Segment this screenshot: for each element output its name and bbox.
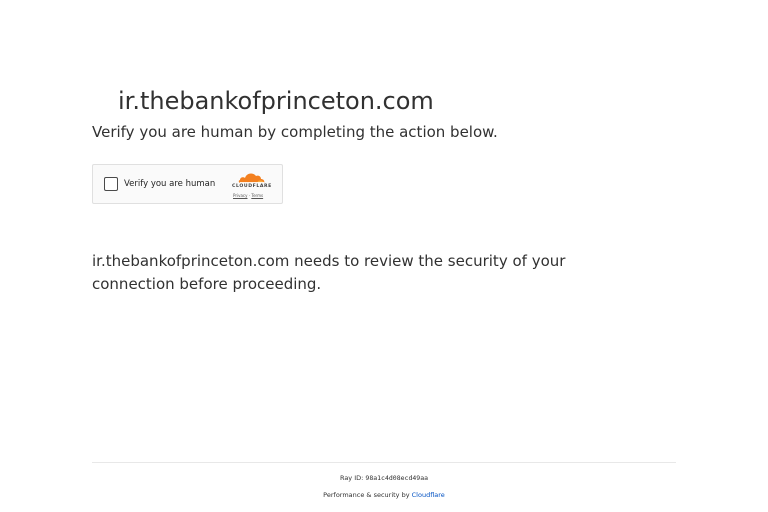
- security-review-message: ir.thebankofprinceton.com needs to revie…: [92, 252, 566, 293]
- cloudflare-link[interactable]: Cloudflare: [412, 491, 445, 499]
- performance-credit: Performance & security by Cloudflare: [0, 490, 768, 500]
- ray-id-label: Ray ID:: [339, 474, 366, 482]
- ray-id-value: 98a1c4d08ecd49aa: [365, 474, 429, 482]
- privacy-link[interactable]: Privacy: [233, 193, 247, 198]
- cloudflare-cloud-icon: [238, 173, 265, 184]
- performance-text: Performance & security by: [323, 491, 412, 499]
- turnstile-widget: Verify you are human CLOUDFLARE Privacy …: [92, 164, 283, 204]
- footer-divider: [92, 462, 676, 463]
- verify-checkbox-label[interactable]: Verify you are human: [124, 177, 215, 191]
- verify-checkbox[interactable]: [104, 177, 118, 191]
- page-title: ir.thebankofprinceton.com: [118, 87, 434, 115]
- link-separator: ·: [248, 193, 251, 198]
- cloudflare-wordmark: CLOUDFLARE: [232, 184, 272, 189]
- widget-links: Privacy · Terms: [233, 193, 263, 198]
- cloudflare-logo: CLOUDFLARE: [227, 171, 277, 195]
- page-subtitle: Verify you are human by completing the a…: [92, 123, 498, 141]
- challenge-page: ir.thebankofprinceton.com Verify you are…: [0, 0, 768, 512]
- terms-link[interactable]: Terms: [251, 193, 263, 198]
- ray-id: Ray ID: 98a1c4d08ecd49aa: [0, 473, 768, 483]
